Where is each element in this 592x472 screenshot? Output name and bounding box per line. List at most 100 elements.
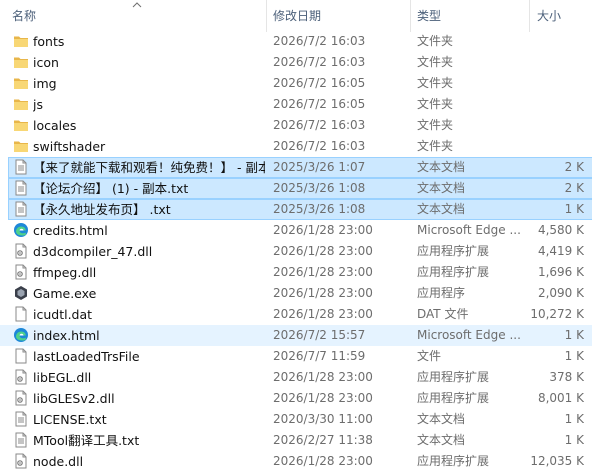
file-type: 应用程序扩展 bbox=[417, 265, 490, 279]
file-row[interactable]: fonts 2026/7/2 16:03 文件夹 bbox=[0, 31, 592, 52]
file-row[interactable]: libGLESv2.dll 2026/1/28 23:00 应用程序扩展 8,001 … bbox=[0, 388, 592, 409]
sort-ascending-icon bbox=[132, 2, 142, 8]
file-row[interactable]: swiftshader 2026/7/2 16:03 文件夹 bbox=[0, 136, 592, 157]
file-type: 文件夹 bbox=[417, 76, 454, 90]
text-document-icon bbox=[13, 201, 29, 217]
file-row[interactable]: index.html 2026/7/2 15:57 Microsoft Edge .… bbox=[0, 325, 592, 346]
file-row[interactable]: credits.html 2026/1/28 23:00 Microsoft Edg… bbox=[0, 220, 592, 241]
file-name: d3dcompiler_47.dll bbox=[33, 244, 153, 259]
column-divider[interactable] bbox=[529, 0, 530, 32]
file-name: MTool翻译工具.txt bbox=[33, 433, 140, 448]
folder-icon bbox=[13, 96, 29, 112]
file-row[interactable]: icudtl.dat 2026/1/28 23:00 DAT 文件 10,272 K bbox=[0, 304, 592, 325]
file-row[interactable]: 【永久地址发布页】 .txt 2025/3/26 1:08 文本文档 1 K bbox=[0, 199, 592, 220]
file-size bbox=[520, 136, 584, 157]
file-row[interactable]: LICENSE.txt 2020/3/30 11:00 文本文档 1 K bbox=[0, 409, 592, 430]
file-modified-date: 2026/1/28 23:00 bbox=[273, 244, 373, 258]
file-type: 文件 bbox=[417, 349, 442, 363]
blank-file-icon bbox=[13, 348, 29, 364]
column-divider[interactable] bbox=[410, 0, 411, 32]
file-size bbox=[520, 94, 584, 115]
file-name: swiftshader bbox=[33, 139, 106, 154]
file-size bbox=[520, 115, 584, 136]
file-size: 4,419 K bbox=[537, 244, 584, 258]
file-row[interactable]: Game.exe 2026/1/28 23:00 应用程序 2,090 K bbox=[0, 283, 592, 304]
dll-icon bbox=[13, 390, 29, 406]
file-type: 文本文档 bbox=[417, 160, 466, 174]
file-name: lastLoadedTrsFile bbox=[33, 349, 140, 364]
file-modified-date: 2020/3/30 11:00 bbox=[273, 412, 373, 426]
file-size: 1 K bbox=[564, 349, 584, 363]
file-modified-date: 2026/7/2 16:03 bbox=[273, 55, 366, 69]
file-row[interactable]: icon 2026/7/2 16:03 文件夹 bbox=[0, 52, 592, 73]
file-row[interactable]: libEGL.dll 2026/1/28 23:00 应用程序扩展 378 K bbox=[0, 367, 592, 388]
text-document-icon bbox=[13, 411, 29, 427]
file-name: 【来了就能下载和观看！纯免费！】 - 副本.txt bbox=[33, 160, 265, 175]
file-modified-date: 2026/7/7 11:59 bbox=[273, 349, 366, 363]
file-size: 1 K bbox=[564, 412, 584, 426]
file-type: 文件夹 bbox=[417, 34, 454, 48]
folder-icon bbox=[13, 117, 29, 133]
column-header-bar: 名称 修改日期 类型 大小 bbox=[0, 0, 592, 32]
file-row[interactable]: img 2026/7/2 16:05 文件夹 bbox=[0, 73, 592, 94]
file-size: 1 K bbox=[564, 433, 584, 447]
file-name: LICENSE.txt bbox=[33, 412, 107, 427]
column-divider[interactable] bbox=[266, 0, 267, 32]
file-size: 378 K bbox=[549, 370, 584, 384]
blank-file-icon bbox=[13, 306, 29, 322]
file-type: 应用程序扩展 bbox=[417, 370, 490, 384]
file-name: 【论坛介绍】 (1) - 副本.txt bbox=[33, 181, 189, 196]
file-modified-date: 2026/1/28 23:00 bbox=[273, 223, 373, 237]
file-type: 文本文档 bbox=[417, 202, 466, 216]
file-type: 文本文档 bbox=[417, 181, 466, 195]
folder-icon bbox=[13, 75, 29, 91]
file-size: 1 K bbox=[564, 328, 584, 342]
file-row[interactable]: js 2026/7/2 16:05 文件夹 bbox=[0, 94, 592, 115]
edge-html-icon bbox=[13, 222, 29, 238]
file-name: Game.exe bbox=[33, 286, 97, 301]
file-modified-date: 2026/1/28 23:00 bbox=[273, 454, 373, 468]
text-document-icon bbox=[13, 159, 29, 175]
file-row[interactable]: ffmpeg.dll 2026/1/28 23:00 应用程序扩展 1,696 K bbox=[0, 262, 592, 283]
file-size: 8,001 K bbox=[537, 391, 584, 405]
file-row[interactable]: d3dcompiler_47.dll 2026/1/28 23:00 应用程序扩展 4… bbox=[0, 241, 592, 262]
column-header-date[interactable]: 修改日期 bbox=[273, 0, 403, 32]
folder-icon bbox=[13, 138, 29, 154]
file-modified-date: 2026/7/2 16:03 bbox=[273, 118, 366, 132]
file-modified-date: 2025/3/26 1:08 bbox=[273, 181, 366, 195]
file-type: Microsoft Edge ... bbox=[417, 328, 521, 342]
file-type: 文件夹 bbox=[417, 139, 454, 153]
exe-icon bbox=[13, 285, 29, 301]
file-modified-date: 2025/3/26 1:08 bbox=[273, 202, 366, 216]
file-size: 2 K bbox=[564, 181, 584, 195]
file-name: fonts bbox=[33, 34, 65, 49]
file-row[interactable]: 【来了就能下载和观看！纯免费！】 - 副本.txt 2025/3/26 1:07 文… bbox=[0, 157, 592, 178]
file-type: 文件夹 bbox=[417, 97, 454, 111]
file-row[interactable]: locales 2026/7/2 16:03 文件夹 bbox=[0, 115, 592, 136]
edge-html-icon bbox=[13, 327, 29, 343]
folder-icon bbox=[13, 54, 29, 70]
column-header-type[interactable]: 类型 bbox=[417, 0, 517, 32]
file-type: 文本文档 bbox=[417, 412, 466, 426]
file-size: 4,580 K bbox=[537, 223, 584, 237]
file-modified-date: 2026/7/2 15:57 bbox=[273, 328, 366, 342]
file-name: 【永久地址发布页】 .txt bbox=[33, 202, 171, 217]
file-size: 1,696 K bbox=[537, 265, 584, 279]
file-row[interactable]: node.dll 2026/1/28 23:00 应用程序扩展 12,035 K bbox=[0, 451, 592, 472]
file-name: ffmpeg.dll bbox=[33, 265, 97, 280]
file-name: icon bbox=[33, 55, 59, 70]
column-header-size[interactable]: 大小 bbox=[537, 0, 592, 32]
file-name: node.dll bbox=[33, 454, 84, 469]
file-modified-date: 2026/1/28 23:00 bbox=[273, 307, 373, 321]
file-row[interactable]: lastLoadedTrsFile 2026/7/7 11:59 文件 1 K bbox=[0, 346, 592, 367]
file-type: 应用程序 bbox=[417, 286, 466, 300]
file-size: 1 K bbox=[564, 202, 584, 216]
file-modified-date: 2025/3/26 1:07 bbox=[273, 160, 366, 174]
file-row[interactable]: 【论坛介绍】 (1) - 副本.txt 2025/3/26 1:08 文本文档 2 K bbox=[0, 178, 592, 199]
file-modified-date: 2026/7/2 16:03 bbox=[273, 139, 366, 153]
text-document-icon bbox=[13, 180, 29, 196]
file-row[interactable]: MTool翻译工具.txt 2026/2/27 11:38 文本文档 1 K bbox=[0, 430, 592, 451]
file-size bbox=[520, 52, 584, 73]
file-list: fonts 2026/7/2 16:03 文件夹 icon 2026/7/2 16:03… bbox=[0, 31, 592, 472]
file-modified-date: 2026/1/28 23:00 bbox=[273, 286, 373, 300]
